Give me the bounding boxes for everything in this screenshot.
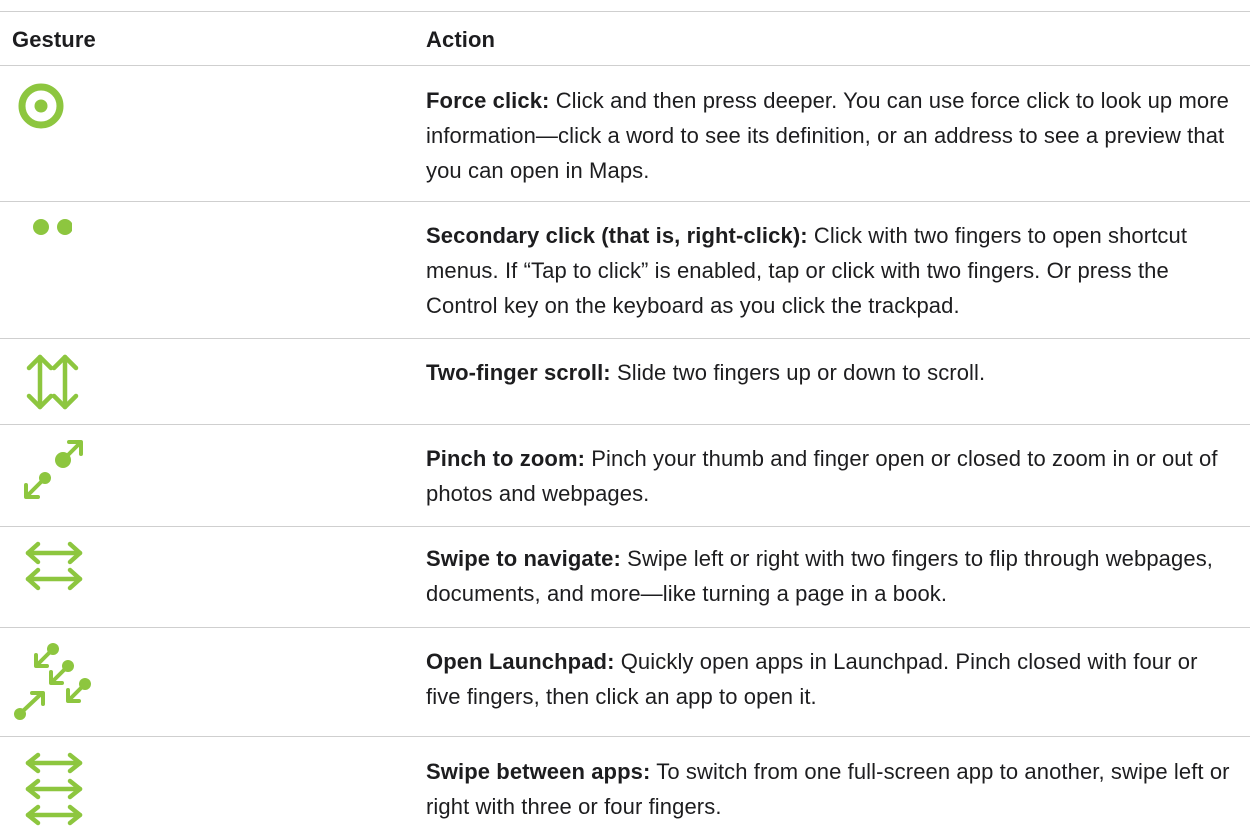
table-row: Pinch to zoom: Pinch your thumb and fing… [0,425,1250,527]
table-row: Swipe between apps: To switch from one f… [0,737,1250,834]
table-row: Open Launchpad: Quickly open apps in Lau… [0,628,1250,737]
gesture-term: Secondary click (that is, right-click): [426,223,808,248]
table-row: Force click: Click and then press deeper… [0,66,1250,202]
row-description: Pinch to zoom: Pinch your thumb and fing… [426,441,1236,511]
action-column-header: Action [426,27,496,52]
row-description: Swipe to navigate: Swipe left or right w… [426,541,1236,611]
two-finger-scroll-icon [12,351,102,415]
gesture-term: Open Launchpad: [426,649,615,674]
row-description: Two-finger scroll: Slide two fingers up … [426,355,1236,390]
swipe-navigate-icon [12,539,102,595]
force-click-icon [12,82,102,142]
pinch-zoom-icon [12,437,102,503]
launchpad-icon [12,640,102,726]
row-description: Swipe between apps: To switch from one f… [426,754,1236,824]
table-row: Secondary click (that is, right-click): … [0,202,1250,339]
gesture-description: Slide two fingers up or down to scroll. [610,360,986,385]
gesture-term: Swipe to navigate: [426,546,621,571]
table-row: Two-finger scroll: Slide two fingers up … [0,339,1250,425]
gesture-term: Two-finger scroll: [426,360,611,385]
row-description: Secondary click (that is, right-click): … [426,218,1236,323]
gesture-term: Pinch to zoom: [426,446,586,471]
row-description: Force click: Click and then press deeper… [426,83,1236,188]
secondary-click-icon [12,214,102,244]
table-header: Gesture Action [0,12,1250,66]
row-description: Open Launchpad: Quickly open apps in Lau… [426,644,1236,714]
gesture-term: Force click: [426,88,550,113]
table-row: Swipe to navigate: Swipe left or right w… [0,527,1250,628]
swipe-apps-icon [12,751,102,831]
gesture-term: Swipe between apps: [426,759,651,784]
gesture-column-header: Gesture [12,27,96,52]
